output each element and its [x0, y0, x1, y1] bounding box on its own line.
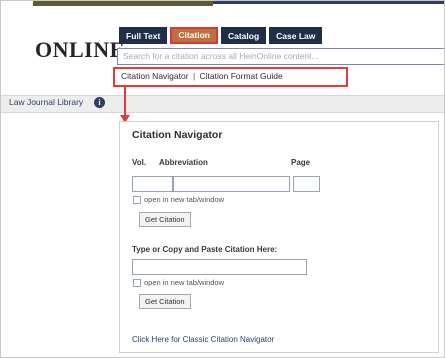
citation-sublinks: Citation Navigator | Citation Format Gui…: [121, 71, 283, 81]
paste-citation-label: Type or Copy and Paste Citation Here:: [132, 245, 278, 254]
paste-citation-input[interactable]: [132, 259, 307, 275]
page-label: Page: [291, 158, 311, 167]
abbreviation-input[interactable]: [173, 176, 290, 192]
tab-case-law[interactable]: Case Law: [269, 27, 323, 44]
info-icon[interactable]: i: [94, 97, 105, 108]
open-new-window-checkbox-2[interactable]: [133, 279, 141, 287]
tab-catalog[interactable]: Catalog: [220, 27, 267, 44]
heinonline-logo[interactable]: ONLINE: [35, 37, 125, 63]
page-input[interactable]: [293, 176, 320, 192]
vol-input[interactable]: [132, 176, 173, 192]
annotation-arrow-line: [124, 87, 126, 117]
panel-title: Citation Navigator: [132, 129, 223, 141]
tab-citation[interactable]: Citation: [170, 27, 218, 44]
open-new-window-checkbox[interactable]: [133, 196, 141, 204]
citation-navigator-panel: [119, 121, 439, 353]
header-accent-bar: [33, 1, 213, 6]
link-separator: |: [192, 71, 196, 81]
screenshot-frame: ONLINE Full Text Citation Catalog Case L…: [0, 0, 445, 358]
citation-format-guide-link[interactable]: Citation Format Guide: [200, 71, 283, 81]
open-new-window-label: open in new tab/window: [144, 195, 225, 204]
header-top-line: [213, 1, 444, 4]
classic-citation-navigator-link[interactable]: Click Here for Classic Citation Navigato…: [132, 335, 274, 344]
citation-navigator-link[interactable]: Citation Navigator: [121, 71, 189, 81]
get-citation-button[interactable]: Get Citation: [139, 212, 191, 227]
search-tabs: Full Text Citation Catalog Case Law: [119, 27, 323, 44]
abbreviation-label: Abbreviation: [159, 158, 208, 167]
vol-label: Vol.: [132, 158, 147, 167]
library-title: Law Journal Library: [9, 97, 84, 107]
citation-search-input[interactable]: Search for a citation across all HeinOnl…: [117, 48, 444, 65]
open-new-window-label-2: open in new tab/window: [144, 278, 225, 287]
get-citation-button-2[interactable]: Get Citation: [139, 294, 191, 309]
tab-full-text[interactable]: Full Text: [119, 27, 168, 44]
